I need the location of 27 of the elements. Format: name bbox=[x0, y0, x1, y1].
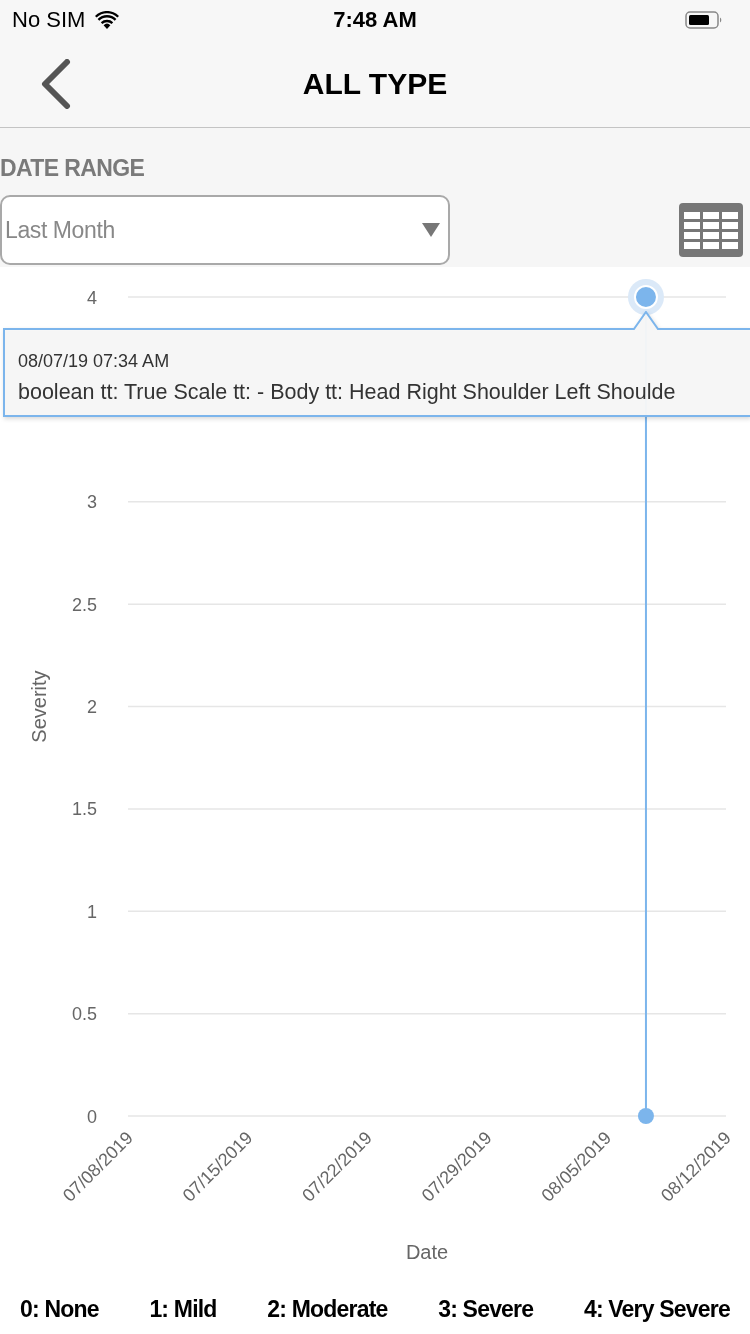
screen-title: ALL TYPE bbox=[302, 66, 448, 101]
carrier-label: No SIM bbox=[12, 7, 86, 33]
severity-key-label: 4: Very Severe bbox=[583, 1295, 730, 1323]
battery-icon bbox=[685, 11, 723, 29]
y-tick-label: 2.5 bbox=[71, 594, 97, 615]
back-icon[interactable] bbox=[40, 58, 72, 109]
y-axis-title: Severity bbox=[28, 670, 50, 743]
x-axis-title: Date bbox=[405, 1241, 449, 1263]
severity-key-label: 1: Mild bbox=[149, 1295, 217, 1323]
wifi-icon bbox=[95, 11, 120, 29]
date-range-label: DATE RANGE bbox=[0, 155, 145, 181]
clock-time: 7:48 AM bbox=[333, 7, 417, 33]
date-range-dropdown[interactable]: Last Month bbox=[0, 195, 450, 265]
severity-key-label: 2: Moderate bbox=[267, 1295, 388, 1323]
tooltip-details: boolean tt: True Scale tt: - Body tt: Head Right Shoulder Left Shoulde bbox=[18, 379, 676, 406]
y-tick-label: 0.5 bbox=[71, 1004, 97, 1025]
y-tick-label: 1.5 bbox=[71, 799, 97, 820]
caret-icon bbox=[422, 223, 440, 237]
severity-key-label: 0: None bbox=[20, 1295, 99, 1323]
y-tick-label: 2 bbox=[87, 697, 97, 717]
severity-key-label: 3: Severe bbox=[438, 1295, 534, 1323]
y-tick-label: 4 bbox=[87, 287, 97, 308]
y-tick-label: 0 bbox=[87, 1106, 97, 1127]
table-icon[interactable] bbox=[679, 203, 743, 257]
tooltip-timestamp: 08/07/19 07:34 AM bbox=[18, 350, 170, 372]
y-tick-label: 3 bbox=[87, 492, 97, 513]
y-tick-label: 1 bbox=[87, 901, 97, 922]
